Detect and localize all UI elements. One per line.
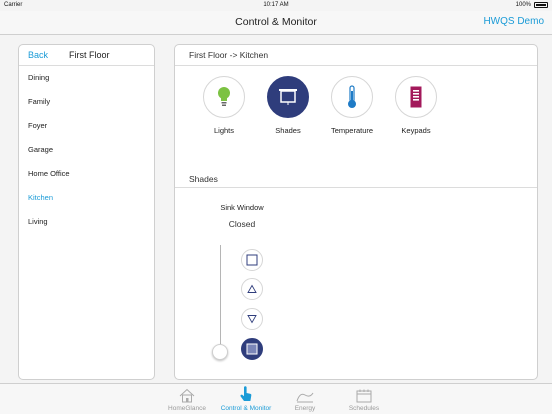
- shade-close-button[interactable]: [241, 338, 263, 360]
- shade-name: Sink Window: [220, 203, 264, 212]
- tab-label: HomeGlance: [168, 405, 206, 412]
- device-temperature[interactable]: Temperature: [320, 76, 384, 135]
- energy-icon: [296, 392, 314, 403]
- raise-icon: [247, 284, 257, 293]
- room-item-living[interactable]: Living: [19, 210, 154, 234]
- device-label-temperature: Temperature: [330, 126, 374, 135]
- hwqs-demo-link[interactable]: HWQS Demo: [483, 16, 544, 27]
- room-item-foyer[interactable]: Foyer: [19, 114, 154, 138]
- shade-status: Closed: [228, 219, 256, 229]
- calendar-icon: [356, 389, 372, 403]
- lightbulb-icon[interactable]: [203, 76, 245, 118]
- shade-open-icon: [246, 254, 258, 266]
- room-list-header: Back First Floor: [19, 45, 154, 66]
- tab-label: Control & Monitor: [220, 405, 272, 412]
- tab-control-monitor[interactable]: Control & Monitor: [216, 386, 276, 412]
- section-divider: [175, 187, 537, 188]
- tab-label: Energy: [294, 405, 316, 412]
- shade-closed-icon: [246, 343, 258, 355]
- shade-icon[interactable]: [267, 76, 309, 118]
- lower-button[interactable]: [241, 308, 263, 330]
- raise-button[interactable]: [241, 278, 263, 300]
- room-list: Dining Family Foyer Garage Home Office K…: [19, 66, 154, 234]
- keypad-icon[interactable]: [395, 76, 437, 118]
- tab-schedules[interactable]: Schedules: [334, 386, 394, 412]
- tab-bar: HomeGlance Control & Monitor Energy Sche…: [0, 383, 552, 414]
- shade-level-slider-handle[interactable]: [212, 344, 228, 360]
- tab-label: Schedules: [348, 405, 380, 412]
- lower-icon: [247, 315, 257, 324]
- device-keypads[interactable]: Keypads: [384, 76, 448, 135]
- thermometer-icon[interactable]: [331, 76, 373, 118]
- floor-title: First Floor: [69, 50, 110, 60]
- device-type-row: Lights Shades Temperature Keypads: [192, 76, 448, 135]
- room-item-family[interactable]: Family: [19, 90, 154, 114]
- room-control-panel: First Floor -> Kitchen Lights Shades Tem…: [174, 44, 538, 380]
- device-shades[interactable]: Shades: [256, 76, 320, 135]
- shade-open-button[interactable]: [241, 249, 263, 271]
- device-label-shades: Shades: [275, 126, 301, 135]
- room-list-panel: Back First Floor Dining Family Foyer Gar…: [18, 44, 155, 380]
- device-lights[interactable]: Lights: [192, 76, 256, 135]
- room-item-garage[interactable]: Garage: [19, 138, 154, 162]
- battery-indicator: 100%: [516, 2, 548, 8]
- room-item-home-office[interactable]: Home Office: [19, 162, 154, 186]
- clock: 10:17 AM: [263, 2, 289, 8]
- battery-icon: [534, 2, 548, 8]
- status-bar: Carrier 10:17 AM 100%: [0, 0, 552, 11]
- device-label-keypads: Keypads: [401, 126, 431, 135]
- battery-percent: 100%: [515, 2, 531, 8]
- back-button[interactable]: Back: [28, 50, 48, 60]
- home-icon: [179, 388, 195, 403]
- page-title: Control & Monitor: [235, 16, 317, 28]
- device-label-lights: Lights: [213, 126, 234, 135]
- room-item-dining[interactable]: Dining: [19, 66, 154, 90]
- nav-bar: Control & Monitor HWQS Demo: [0, 11, 552, 35]
- section-title-shades: Shades: [189, 174, 218, 184]
- breadcrumb: First Floor -> Kitchen: [175, 45, 537, 66]
- hand-pointer-icon: [240, 386, 252, 401]
- room-item-kitchen[interactable]: Kitchen: [19, 186, 154, 210]
- shade-level-track[interactable]: [220, 245, 221, 352]
- tab-homeglance[interactable]: HomeGlance: [157, 386, 217, 412]
- tab-energy[interactable]: Energy: [275, 386, 335, 412]
